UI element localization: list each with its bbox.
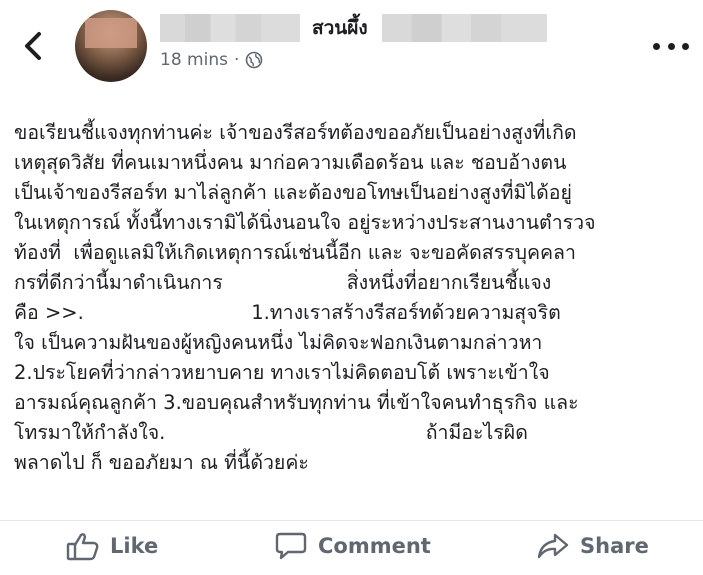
more-dot (653, 42, 660, 50)
redacted-name-right (381, 14, 547, 42)
comment-label: Comment (318, 534, 431, 558)
page-name[interactable]: สวนผึ้ง (312, 13, 368, 43)
globe-icon (246, 51, 263, 69)
chevron-left-icon (25, 32, 41, 60)
post-line: 2.ประโยคที่ว่ากล่าวหยาบคาย ทางเราไม่คิดต… (14, 361, 550, 384)
author-row: สวนผึ้ง (160, 12, 547, 44)
post-time[interactable]: 18 mins (160, 50, 228, 70)
share-arrow-icon (537, 533, 569, 559)
post-body: ขอเรียนชี้แจงทุกท่านค่ะ เจ้าของรีสอร์ทต้… (14, 118, 694, 478)
like-label: Like (110, 534, 159, 558)
post-line: ในเหตุการณ์ ทั้งนี้ทางเรามิได้นิ่งนอนใจ … (14, 211, 596, 234)
post-line: เป็นเจ้าของรีสอร์ท มาไล่ลูกค้า และต้องขอ… (14, 181, 572, 204)
post-line: ท้องที่ เพื่อดูแลมิให้เกิดเหตุการณ์เช่นน… (14, 241, 576, 264)
action-bar: Like Comment Share (0, 520, 703, 573)
comment-bubble-icon (275, 532, 307, 560)
post-line: ใจ เป็นความฝันของผู้หญิงคนหนึ่ง ไม่คิดจะ… (14, 331, 543, 354)
post-header: สวนผึ้ง 18 mins · (0, 0, 703, 95)
post-line: ขอเรียนชี้แจงทุกท่านค่ะ เจ้าของรีสอร์ทต้… (14, 121, 577, 144)
avatar-redaction (85, 18, 137, 48)
redacted-name-left (160, 14, 300, 42)
post-line: โทรมาให้กำลังใจ. ถ้ามีอะไรผิด (14, 421, 528, 444)
like-button[interactable]: Like (66, 531, 158, 561)
share-button[interactable]: Share (536, 531, 649, 561)
post-line: เหตุสุดวิสัย ที่คนเมาหนึ่งคน มาก่อความเด… (14, 151, 567, 174)
thumbs-up-icon (66, 533, 99, 561)
more-dot (667, 42, 675, 50)
post-line: อารมณ์คุณลูกค้า 3.ขอบคุณสำหรับทุกท่าน ที… (14, 391, 579, 414)
more-options-button[interactable] (653, 36, 689, 56)
post-line: พลาดไป ก็ ขออภัยมา ณ ที่นี้ด้วยค่ะ (14, 451, 309, 474)
post-line: กรที่ดีกว่านี้มาดำเนินการ สิ่งหนึ่งที่อย… (14, 271, 552, 294)
comment-button[interactable]: Comment (274, 531, 431, 561)
meta-separator: · (233, 50, 240, 70)
back-button[interactable] (18, 28, 48, 64)
more-dot (682, 42, 689, 50)
post-line: คือ >>. 1.ทางเราสร้างรีสอร์ทด้วยความสุจร… (14, 301, 561, 324)
avatar[interactable] (75, 10, 147, 82)
post-meta: 18 mins · (160, 50, 263, 70)
share-label: Share (580, 534, 649, 558)
